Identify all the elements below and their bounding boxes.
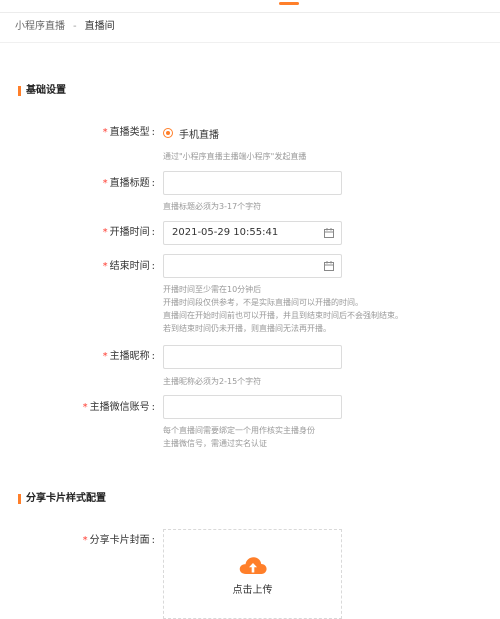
end-time-input[interactable] xyxy=(163,254,342,278)
header-divider xyxy=(0,42,500,43)
radio-phone-live[interactable]: 手机直播 xyxy=(163,126,219,141)
hint-end-time-4: 若到结束时间仍未开播，则直播间无法再开播。 xyxy=(163,324,331,333)
hint-anchor-name: 主播昵称必须为2-15个字符 xyxy=(163,377,262,386)
hint-type: 通过"小程序直播主播端小程序"发起直播 xyxy=(163,152,307,161)
hint-end-time-2: 开播时间段仅供参考，不是实际直播间可以开播的时间。 xyxy=(163,298,363,307)
section-title-basic: 基础设置 xyxy=(18,84,66,98)
cloud-upload-icon xyxy=(239,557,267,574)
calendar-icon[interactable] xyxy=(324,228,334,238)
radio-label: 手机直播 xyxy=(179,129,219,141)
breadcrumb-current: 直播间 xyxy=(84,21,115,32)
section-title-share-card: 分享卡片样式配置 xyxy=(18,492,106,506)
start-time-value: 2021-05-29 10:55:41 xyxy=(172,227,279,238)
field-label-cover: * 分享卡片封面: xyxy=(82,535,155,546)
calendar-icon[interactable] xyxy=(324,261,334,271)
anchor-wechat-input[interactable] xyxy=(163,395,342,419)
upload-label: 点击上传 xyxy=(232,585,273,596)
hint-end-time-3: 直播间在开始时间前也可以开播，并且到结束时间后不会强制结束。 xyxy=(163,311,403,320)
top-tab-bar xyxy=(0,0,500,13)
active-tab-indicator xyxy=(279,2,299,5)
field-label-anchor-wechat: * 主播微信账号: xyxy=(82,402,155,413)
breadcrumb-separator: - xyxy=(73,21,77,32)
field-label-end-time: * 结束时间: xyxy=(102,261,155,272)
hint-anchor-wechat-2: 主播微信号，需通过实名认证 xyxy=(163,439,267,448)
anchor-name-input[interactable] xyxy=(163,345,342,369)
title-input[interactable] xyxy=(163,171,342,195)
breadcrumb: 小程序直播 - 直播间 xyxy=(15,20,115,34)
start-time-input[interactable]: 2021-05-29 10:55:41 xyxy=(163,221,342,245)
hint-anchor-wechat-1: 每个直播间需要绑定一个用作核实主播身份 xyxy=(163,426,315,435)
radio-selected-icon xyxy=(163,128,173,138)
field-label-start-time: * 开播时间: xyxy=(102,227,155,238)
breadcrumb-parent[interactable]: 小程序直播 xyxy=(15,21,65,32)
hint-end-time-1: 开播时间至少需在10分钟后 xyxy=(163,285,262,294)
hint-title: 直播标题必须为3-17个字符 xyxy=(163,202,262,211)
field-label-title: * 直播标题: xyxy=(102,178,155,189)
field-label-anchor-name: * 主播昵称: xyxy=(102,351,155,362)
field-label-type: * 直播类型: xyxy=(102,127,155,138)
